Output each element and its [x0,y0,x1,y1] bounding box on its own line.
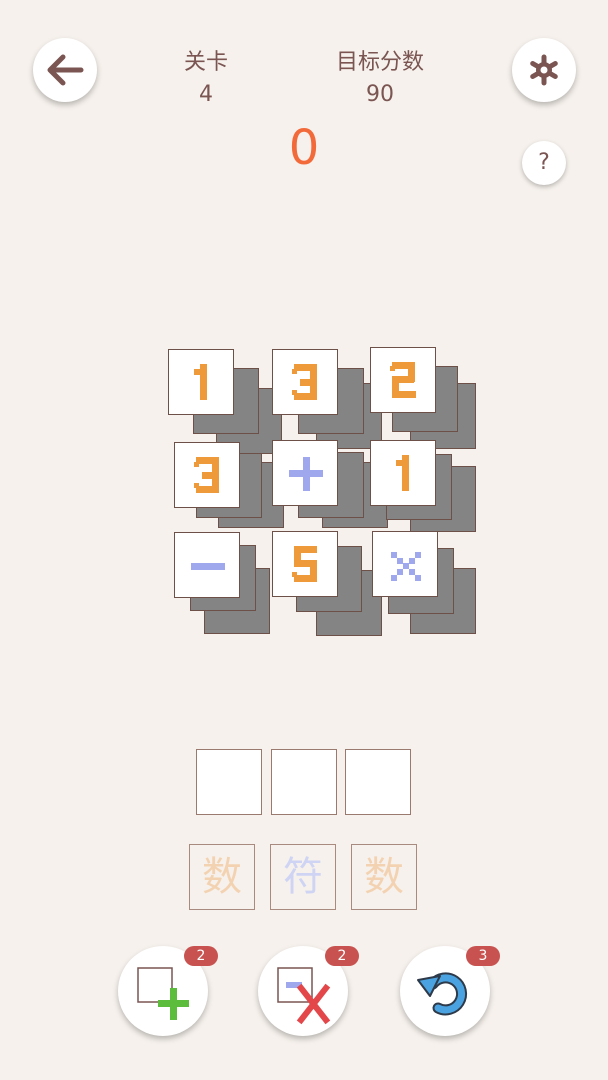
tile-number-2[interactable] [370,347,436,413]
add-tile-count: 2 [184,946,218,966]
game-board [0,0,608,700]
slot-hint-operator: 符 [270,844,336,910]
undo-count: 3 [466,946,500,966]
tile-number-3[interactable] [174,442,240,508]
tile-operator-minus[interactable] [174,532,240,598]
answer-slot-1[interactable] [196,749,262,815]
slot-hint-number: 数 [351,844,417,910]
tile-number-1[interactable] [370,440,436,506]
answer-slot-2[interactable] [271,749,337,815]
tile-number-1[interactable] [168,349,234,415]
tile-operator-multiply[interactable] [372,531,438,597]
tile-operator-plus[interactable] [272,440,338,506]
tile-number-3[interactable] [272,349,338,415]
answer-slot-3[interactable] [345,749,411,815]
slot-hint-number: 数 [189,844,255,910]
tile-number-5[interactable] [272,531,338,597]
remove-tile-count: 2 [325,946,359,966]
